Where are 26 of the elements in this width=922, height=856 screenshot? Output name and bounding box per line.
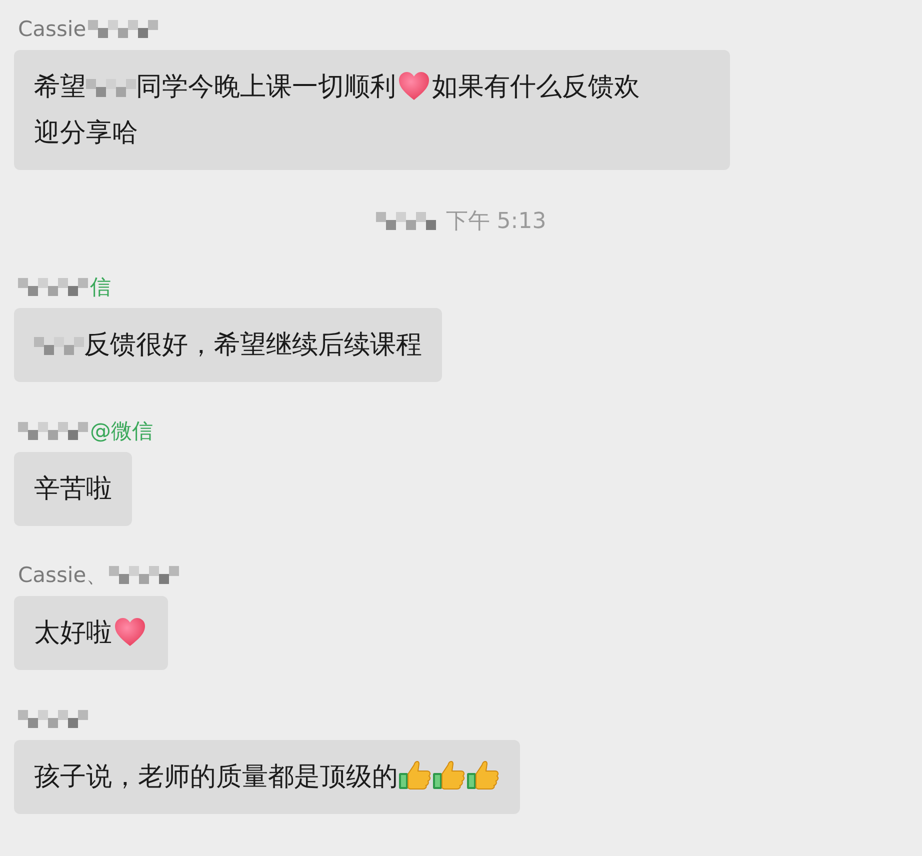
message-text: 辛苦啦 (34, 473, 112, 506)
message-text: 反馈很好，希望继续后续课程 (84, 329, 422, 362)
pixelated-redaction (376, 212, 436, 230)
message-text: 如果有什么反馈欢 (432, 71, 640, 104)
timestamp: 下午 5:13 (446, 208, 546, 236)
sender-source: 信 (90, 274, 111, 301)
pixelated-redaction (34, 336, 84, 355)
message-text: 孩子说，老师的质量都是顶级的 (34, 761, 398, 794)
sender-name: Cassie (18, 17, 86, 41)
message-text: 希望 (34, 71, 86, 104)
message-text: 同学今晚上课一切顺利 (136, 71, 396, 104)
heart-icon (398, 71, 430, 101)
pixelated-redaction (86, 78, 136, 97)
thumbs-up-icon (432, 759, 466, 791)
message-text: 太好啦 (34, 617, 112, 650)
pixelated-redaction (109, 566, 180, 584)
pixelated-redaction (18, 710, 88, 728)
thumbs-up-icon (466, 759, 500, 791)
sender-name: Cassie、 (18, 562, 108, 589)
message-text: 迎分享哈 (34, 117, 138, 150)
pixelated-redaction (88, 20, 158, 38)
sender-source: @微信 (90, 418, 153, 445)
heart-icon (114, 617, 146, 647)
thumbs-up-icon (398, 759, 432, 791)
pixelated-redaction (18, 422, 88, 440)
pixelated-redaction (18, 278, 88, 296)
